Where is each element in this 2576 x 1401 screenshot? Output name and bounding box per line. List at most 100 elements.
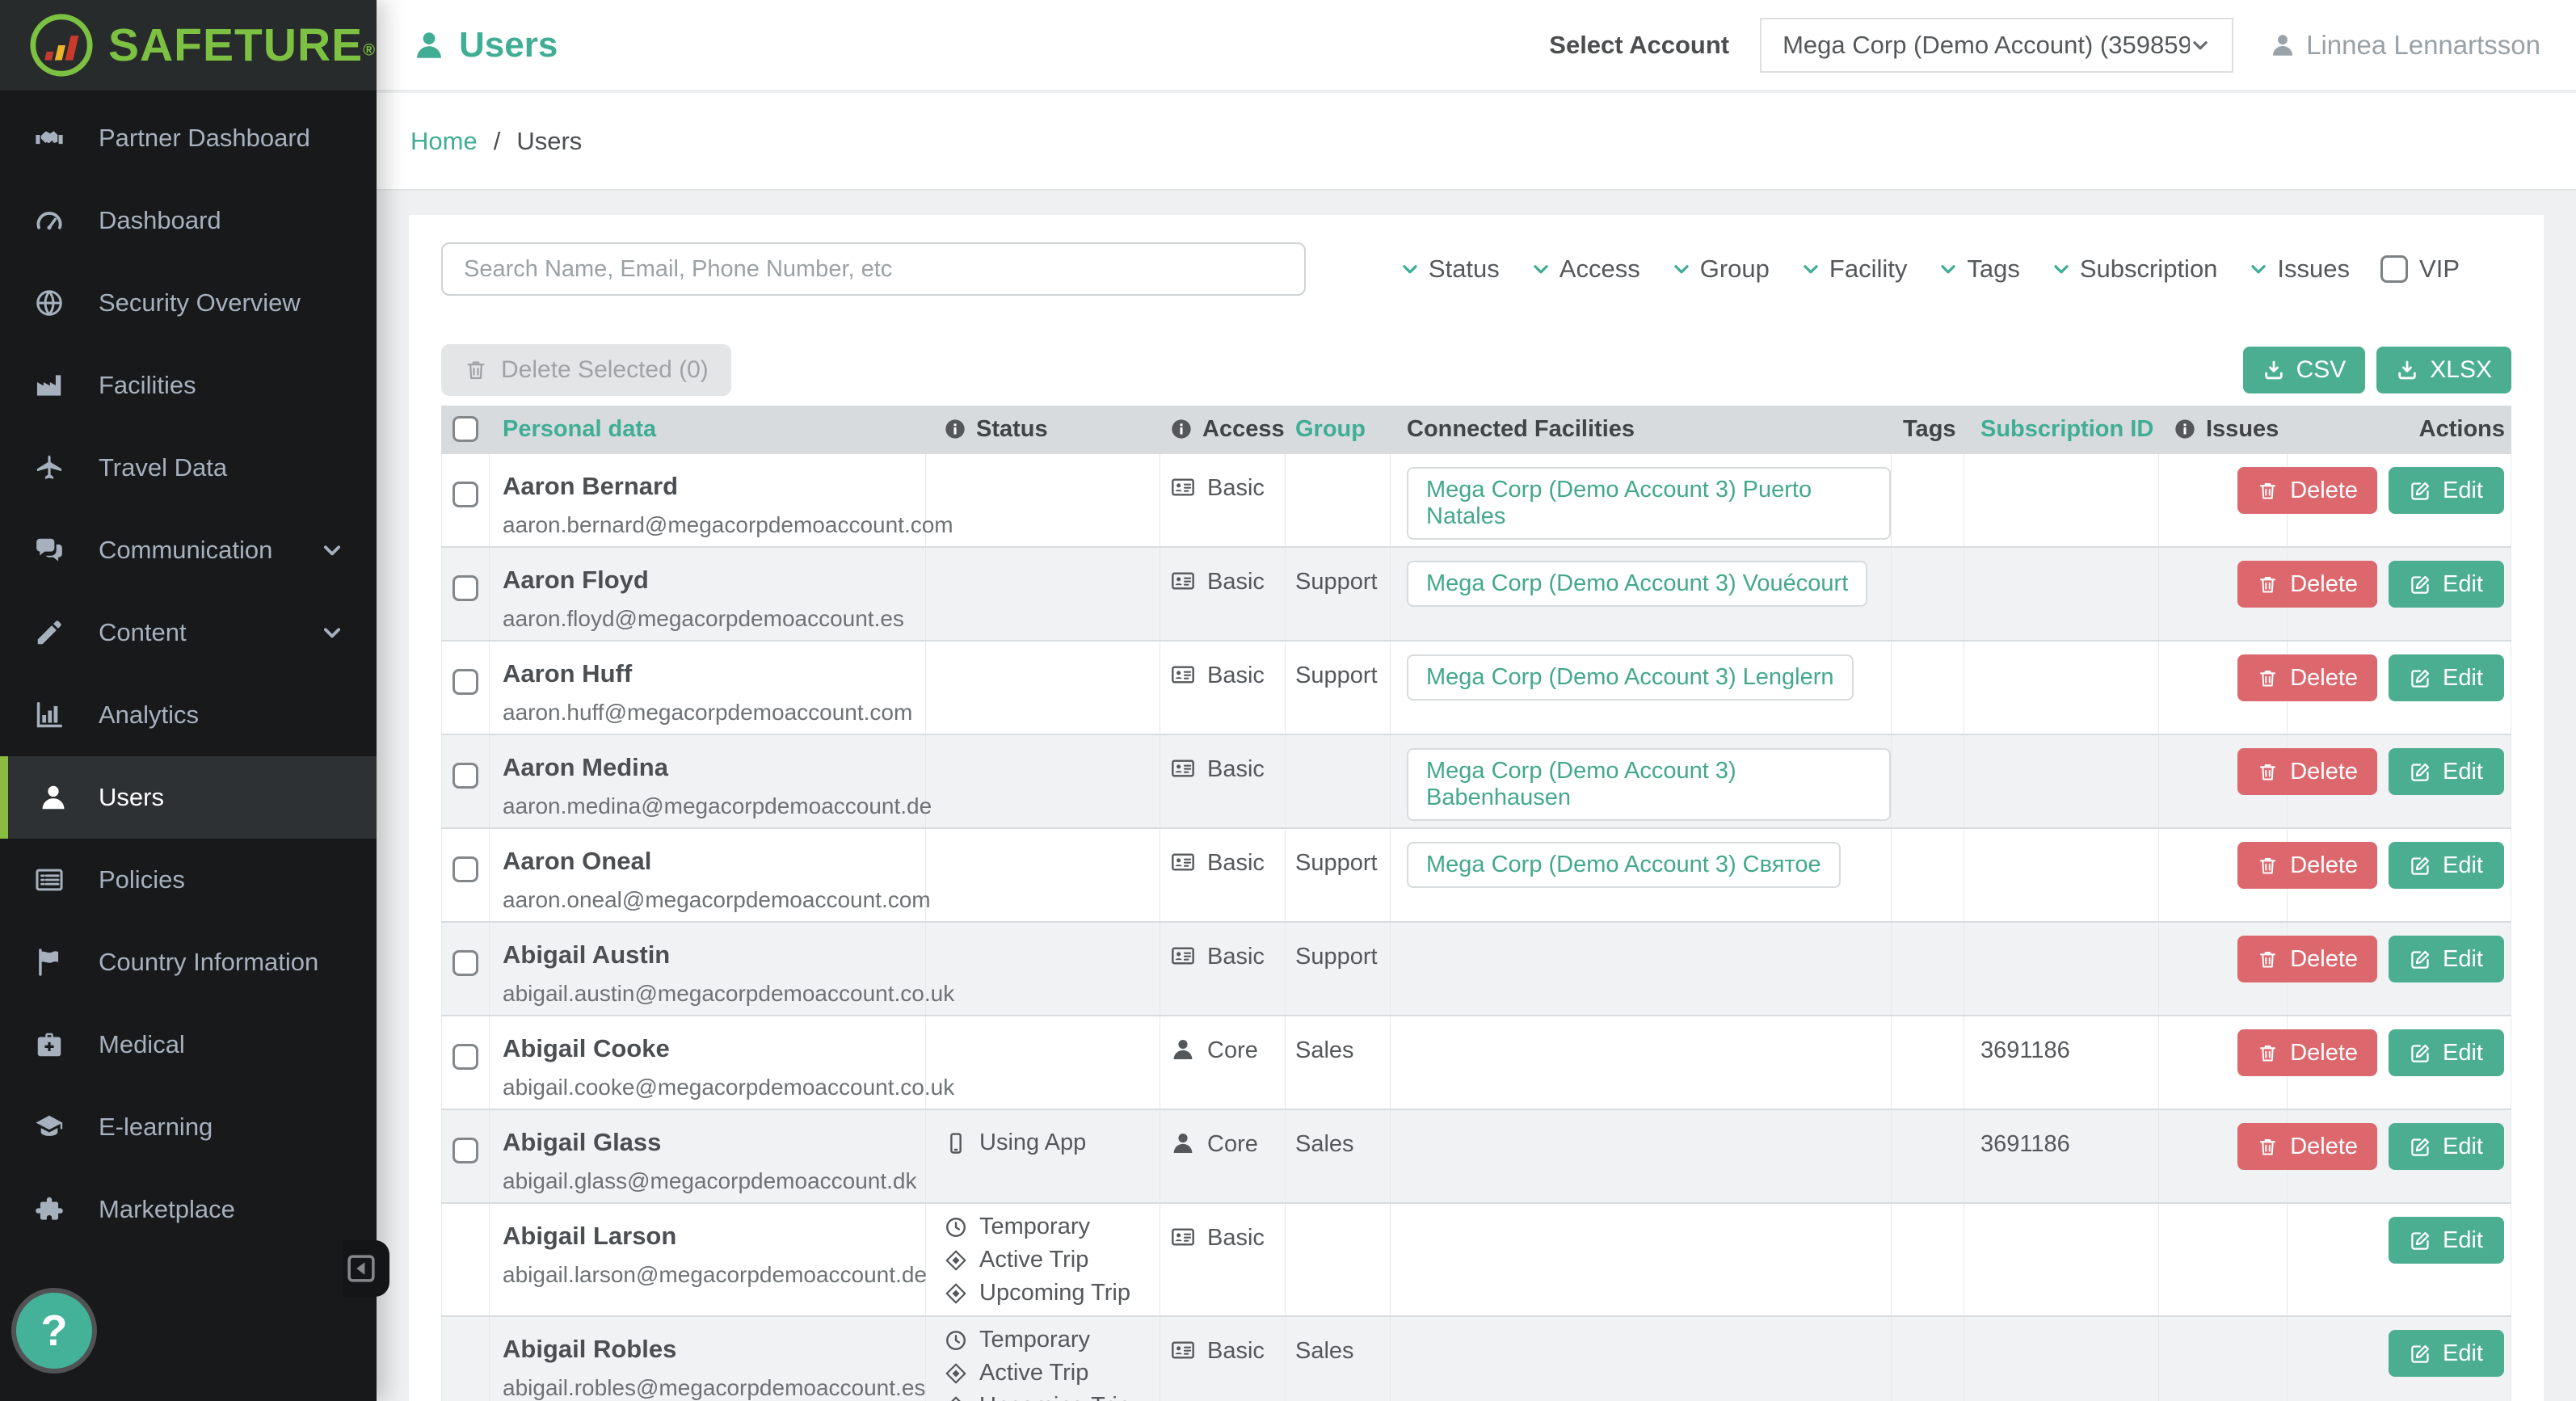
sidebar-nav: Partner Dashboard Dashboard Security Ove… (0, 90, 377, 1251)
header-subscription-id[interactable]: Subscription ID (1980, 416, 2153, 443)
user-email: abigail.robles@megacorpdemoaccount.es (503, 1375, 925, 1401)
delete-button[interactable]: Delete (2237, 842, 2377, 889)
edit-button[interactable]: Edit (2389, 1123, 2504, 1170)
row-checkbox[interactable] (452, 1044, 478, 1070)
vip-filter[interactable]: VIP (2380, 255, 2460, 284)
info-icon[interactable] (944, 418, 966, 440)
sidebar-item-security-overview[interactable]: Security Overview (0, 262, 377, 344)
sidebar-item-facilities[interactable]: Facilities (0, 344, 377, 427)
ticket-icon (944, 1361, 968, 1386)
edit-button[interactable]: Edit (2389, 467, 2504, 514)
info-icon[interactable] (1170, 418, 1193, 440)
export-xlsx-button[interactable]: XLSX (2376, 347, 2511, 393)
delete-button[interactable]: Delete (2237, 1029, 2377, 1076)
user-name: Abigail Cooke (503, 1034, 925, 1063)
delete-button[interactable]: Delete (2237, 936, 2377, 982)
group-cell (1295, 1204, 1390, 1225)
row-checkbox[interactable] (452, 856, 478, 882)
row-checkbox[interactable] (452, 763, 478, 789)
chevron-down-icon (2190, 35, 2211, 56)
sidebar-item-policies[interactable]: Policies (0, 839, 377, 921)
sidebar-item-medical[interactable]: Medical (0, 1003, 377, 1086)
sidebar-item-e-learning[interactable]: E-learning (0, 1086, 377, 1168)
search-input[interactable] (441, 242, 1306, 296)
breadcrumb-current: Users (516, 127, 582, 156)
row-checkbox[interactable] (452, 950, 478, 976)
app-logo[interactable]: SAFETURE® (0, 0, 377, 90)
sidebar-item-label: Analytics (99, 700, 199, 730)
select-all-checkbox[interactable] (452, 416, 478, 442)
chevron-down-icon (1530, 259, 1551, 280)
sidebar-item-label: Communication (99, 536, 272, 565)
edit-button[interactable]: Edit (2389, 1330, 2504, 1377)
handshake-icon (0, 123, 99, 154)
sidebar-item-dashboard[interactable]: Dashboard (0, 179, 377, 262)
row-checkbox[interactable] (452, 482, 478, 507)
filter-access[interactable]: Access (1530, 255, 1640, 284)
export-csv-button[interactable]: CSV (2243, 347, 2366, 393)
breadcrumb-separator: / (494, 127, 501, 156)
delete-selected-button[interactable]: Delete Selected (0) (441, 344, 731, 396)
facility-chip[interactable]: Mega Corp (Demo Account 3) Puerto Natale… (1407, 467, 1891, 540)
sidebar-collapse-button[interactable] (343, 1240, 389, 1297)
facility-chip[interactable]: Mega Corp (Demo Account 3) Lenglern (1407, 654, 1854, 700)
delete-button[interactable]: Delete (2237, 748, 2377, 795)
trash-icon (2257, 480, 2279, 502)
header-personal-data[interactable]: Personal data (503, 416, 656, 443)
edit-button[interactable]: Edit (2389, 654, 2504, 701)
sidebar-item-communication[interactable]: Communication (0, 509, 377, 591)
vip-checkbox[interactable] (2380, 255, 2408, 283)
edit-icon (2410, 574, 2431, 595)
mobile-icon (944, 1131, 968, 1155)
delete-button[interactable]: Delete (2237, 467, 2377, 514)
header-group[interactable]: Group (1295, 416, 1366, 443)
sidebar-item-marketplace[interactable]: Marketplace (0, 1168, 377, 1251)
sidebar-item-users[interactable]: Users (0, 756, 377, 839)
edit-button[interactable]: Edit (2389, 842, 2504, 889)
row-checkbox[interactable] (452, 1138, 478, 1163)
sidebar-item-travel-data[interactable]: Travel Data (0, 427, 377, 509)
subscription-cell: 3691186 (1980, 1016, 2158, 1064)
facility-chip[interactable]: Mega Corp (Demo Account 3) Vouécourt (1407, 561, 1867, 607)
filter-status[interactable]: Status (1400, 255, 1500, 284)
row-checkbox[interactable] (452, 575, 478, 601)
id-card-icon (1170, 568, 1196, 594)
edit-icon (2410, 949, 2431, 970)
delete-button[interactable]: Delete (2237, 561, 2377, 608)
download-icon (2396, 359, 2418, 381)
edit-button[interactable]: Edit (2389, 1217, 2504, 1264)
sidebar-item-label: Travel Data (99, 453, 227, 482)
edit-icon (2410, 761, 2431, 783)
clock-icon (944, 1328, 968, 1353)
delete-button[interactable]: Delete (2237, 654, 2377, 701)
account-select[interactable]: Mega Corp (Demo Account) (3598591) (1760, 18, 2233, 73)
help-button[interactable]: ? (16, 1293, 92, 1369)
delete-button[interactable]: Delete (2237, 1123, 2377, 1170)
user-name: Abigail Larson (503, 1222, 925, 1251)
facility-chip[interactable]: Mega Corp (Demo Account 3) Святое (1407, 842, 1841, 888)
filter-tags[interactable]: Tags (1938, 255, 2019, 284)
sidebar-item-label: Policies (99, 865, 185, 894)
filter-facility[interactable]: Facility (1800, 255, 1907, 284)
sidebar-item-analytics[interactable]: Analytics (0, 674, 377, 756)
info-icon[interactable] (2174, 418, 2196, 440)
facility-chip[interactable]: Mega Corp (Demo Account 3) Babenhausen (1407, 748, 1891, 821)
filter-issues[interactable]: Issues (2248, 255, 2350, 284)
edit-button[interactable]: Edit (2389, 936, 2504, 982)
subscription-cell (1980, 923, 2158, 944)
sidebar-item-partner-dashboard[interactable]: Partner Dashboard (0, 97, 377, 179)
filter-group[interactable]: Group (1671, 255, 1770, 284)
row-checkbox[interactable] (452, 669, 478, 695)
sidebar-item-content[interactable]: Content (0, 591, 377, 674)
trash-icon (464, 358, 488, 382)
status-label: Temporary (979, 1214, 1090, 1240)
current-user[interactable]: Linnea Lennartsson (2269, 30, 2540, 61)
filter-subscription[interactable]: Subscription (2051, 255, 2218, 284)
edit-button[interactable]: Edit (2389, 561, 2504, 608)
edit-button[interactable]: Edit (2389, 1029, 2504, 1076)
current-user-name: Linnea Lennartsson (2306, 30, 2540, 61)
breadcrumb-home-link[interactable]: Home (410, 127, 478, 156)
sidebar-item-country-information[interactable]: Country Information (0, 921, 377, 1003)
chevron-down-icon (320, 621, 344, 645)
edit-button[interactable]: Edit (2389, 748, 2504, 795)
